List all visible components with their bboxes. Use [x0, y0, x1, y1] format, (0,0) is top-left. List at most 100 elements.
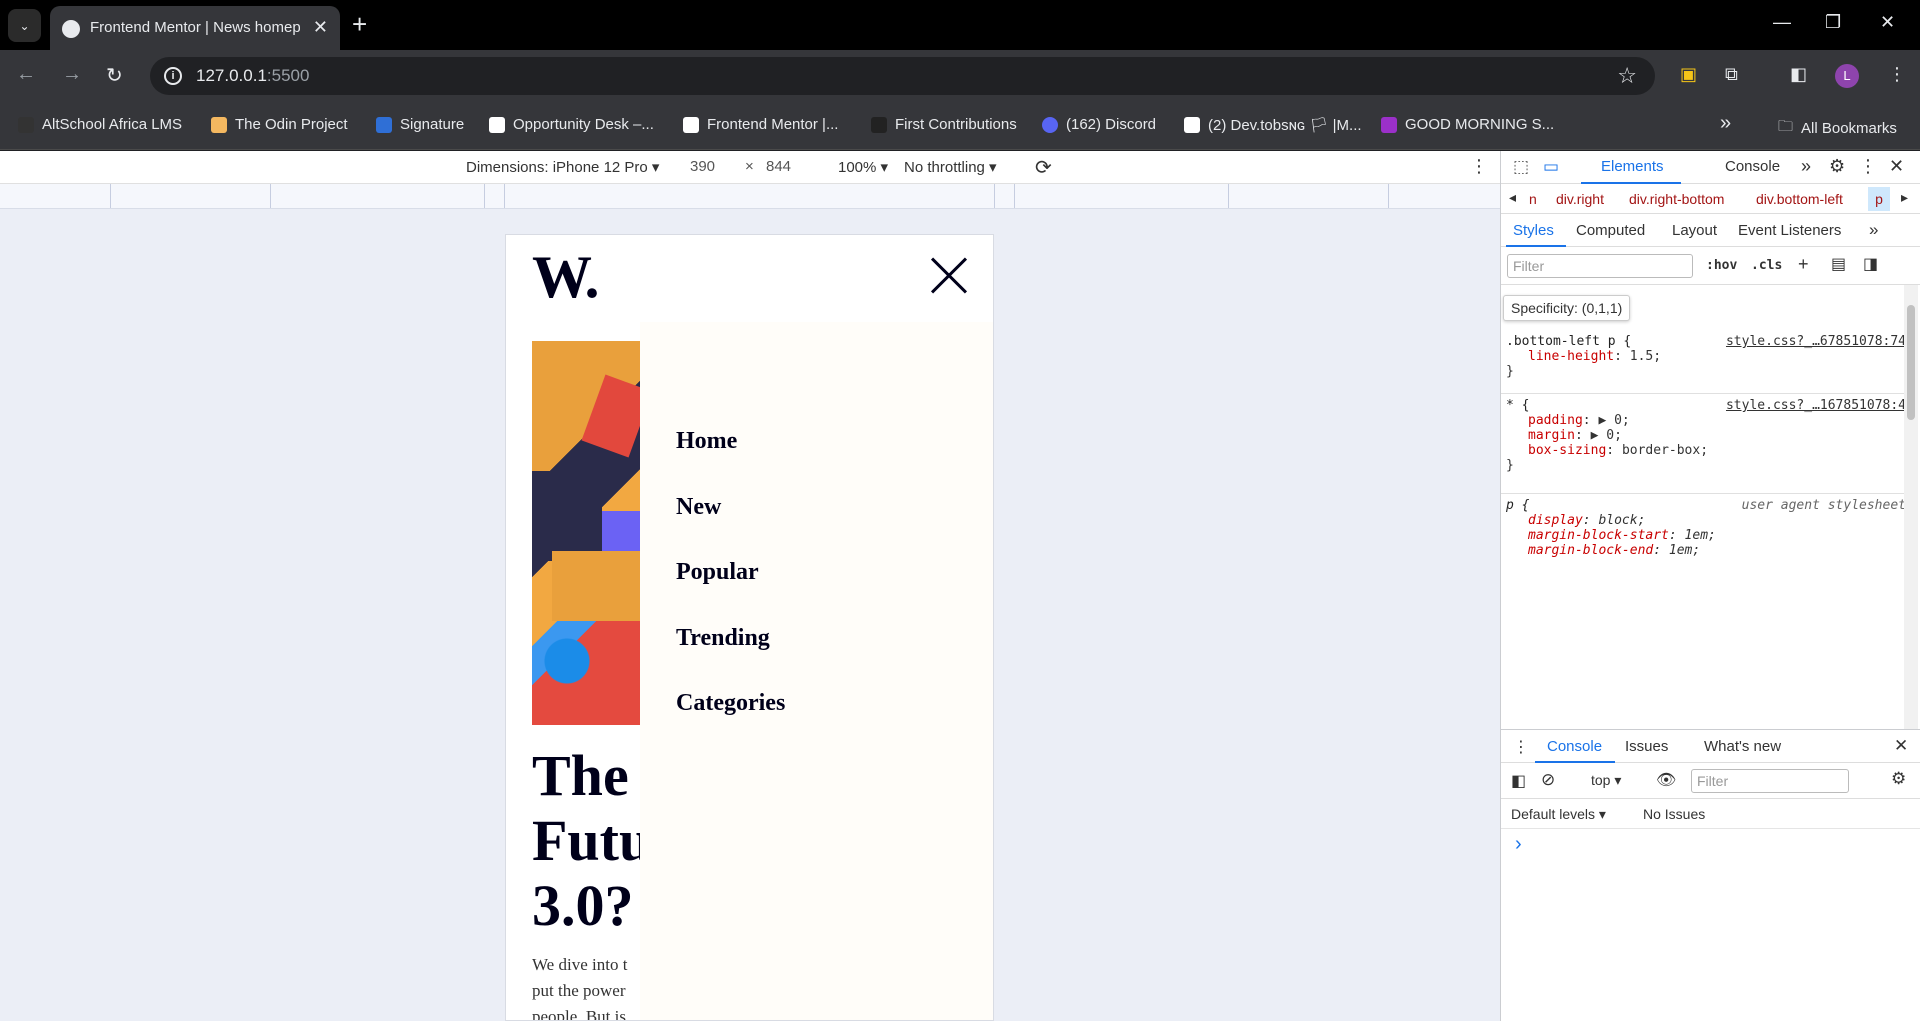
back-icon[interactable]: ←	[16, 63, 36, 86]
bookmark-item[interactable]: Frontend Mentor |...	[683, 116, 838, 133]
browser-menu-icon[interactable]: ⋮	[1888, 64, 1906, 85]
drawer-menu-icon[interactable]: ⋮	[1513, 737, 1529, 757]
bookmark-label: (2) Dev.tobsɴɢ 🏳 |M...	[1208, 117, 1362, 134]
restore-icon[interactable]: ❐	[1825, 12, 1841, 33]
extensions-puzzle-icon[interactable]: ⧉	[1725, 64, 1738, 85]
window-close-icon[interactable]: ✕	[1880, 12, 1895, 33]
new-tab-button[interactable]: +	[352, 9, 367, 39]
styles-scrollbar[interactable]	[1904, 285, 1918, 729]
subtab-layout[interactable]: Layout	[1672, 222, 1717, 239]
breadcrumb-item[interactable]: div.bottom-left	[1756, 191, 1843, 207]
breadcrumb-item[interactable]: div.right-bottom	[1629, 191, 1724, 207]
menu-item-home[interactable]: Home	[676, 428, 737, 455]
console-prompt[interactable]: ›	[1501, 833, 1920, 863]
devtools-menu-icon[interactable]: ⋮	[1859, 156, 1877, 177]
device-more-icon[interactable]: ⋮	[1470, 156, 1488, 177]
bookmark-favicon	[1184, 117, 1200, 133]
breadcrumb-item[interactable]: p	[1868, 187, 1890, 211]
tab-close-icon[interactable]: ✕	[313, 17, 328, 38]
menu-item-new[interactable]: New	[676, 494, 721, 521]
menu-item-trending[interactable]: Trending	[676, 625, 770, 652]
mobile-menu-panel: Home New Popular Trending Categories	[640, 322, 993, 1020]
device-select[interactable]: Dimensions: iPhone 12 Pro ▾	[466, 158, 659, 176]
menu-item-popular[interactable]: Popular	[676, 559, 759, 586]
bookmark-item[interactable]: AltSchool Africa LMS	[18, 116, 182, 133]
bookmark-favicon	[871, 116, 887, 133]
rule-source-link[interactable]: style.css?_…167851078:4	[1726, 398, 1906, 413]
css-rule: .bottom-left p { style.css?_…67851078:74…	[1506, 334, 1906, 379]
folder-icon: 🗀	[1778, 118, 1794, 135]
subtab-styles[interactable]: Styles	[1513, 222, 1554, 239]
breadcrumb-left-icon[interactable]: ◂	[1509, 189, 1516, 206]
live-expression-eye-icon[interactable]: 👁	[1656, 770, 1676, 790]
context-select[interactable]: top ▾	[1591, 772, 1621, 789]
console-sidebar-icon[interactable]: ◧	[1511, 771, 1526, 791]
menu-close-icon[interactable]	[928, 255, 970, 297]
bookmark-item[interactable]: (2) Dev.tobsɴɢ 🏳 |M...	[1184, 116, 1362, 134]
css-rule: * { style.css?_…167851078:4 padding: ▶ 0…	[1506, 398, 1906, 473]
browser-tab[interactable]: Frontend Mentor | News homep ✕	[50, 6, 340, 50]
tab-console[interactable]: Console	[1725, 158, 1780, 175]
bookmark-star-icon[interactable]: ☆	[1617, 63, 1637, 89]
devtools-settings-icon[interactable]: ⚙	[1829, 156, 1845, 177]
height-input[interactable]: 844	[766, 158, 791, 175]
drawer-tab-console[interactable]: Console	[1547, 738, 1602, 755]
minimize-icon[interactable]: —	[1773, 12, 1791, 33]
subtab-computed[interactable]: Computed	[1576, 222, 1645, 239]
side-panel-icon[interactable]: ◧	[1790, 64, 1807, 85]
styles-pane: Specificity: (0,1,1) .bottom-left p { st…	[1501, 285, 1920, 729]
specificity-tooltip: Specificity: (0,1,1)	[1503, 295, 1631, 321]
tab-search-button[interactable]: ⌄	[8, 9, 41, 42]
forward-icon[interactable]: →	[62, 63, 82, 86]
drawer-close-icon[interactable]: ✕	[1894, 736, 1908, 756]
bookmark-item[interactable]: First Contributions	[871, 116, 1017, 133]
rotate-icon[interactable]: ⟳	[1035, 155, 1052, 180]
more-subtabs-icon[interactable]: »	[1869, 220, 1878, 240]
console-filter-input[interactable]: Filter	[1691, 769, 1849, 793]
no-issues-label: No Issues	[1643, 806, 1706, 822]
breadcrumb-item[interactable]: div.right	[1556, 191, 1604, 207]
bookmark-item[interactable]: GOOD MORNING S...	[1381, 116, 1554, 133]
rule-source-label: user agent stylesheet	[1741, 498, 1906, 513]
bookmark-favicon	[683, 116, 699, 133]
default-levels-select[interactable]: Default levels ▾	[1511, 806, 1606, 823]
drawer-tab-whats-new[interactable]: What's new	[1704, 738, 1781, 755]
paint-icon[interactable]: ▤	[1831, 254, 1846, 274]
clear-console-icon[interactable]: ⊘	[1541, 770, 1555, 790]
subtab-event-listeners[interactable]: Event Listeners	[1738, 222, 1841, 239]
devtools-close-icon[interactable]: ✕	[1889, 156, 1904, 177]
toggle-sidebar-icon[interactable]: ◨	[1863, 254, 1878, 274]
device-toggle-icon[interactable]: ▭	[1543, 157, 1559, 177]
zoom-select[interactable]: 100% ▾	[838, 158, 888, 176]
site-info-icon[interactable]: i	[164, 67, 182, 85]
rule-source-link[interactable]: style.css?_…67851078:74	[1726, 334, 1906, 349]
address-bar[interactable]: i 127.0.0.1:5500 ☆	[150, 57, 1655, 95]
menu-item-categories[interactable]: Categories	[676, 690, 785, 717]
new-rule-icon[interactable]: +	[1798, 254, 1809, 275]
breadcrumb-item[interactable]: n	[1529, 191, 1537, 207]
profile-avatar[interactable]: L	[1835, 64, 1859, 88]
bookmark-item[interactable]: Signature	[376, 116, 464, 133]
inspect-element-icon[interactable]: ⬚	[1513, 157, 1529, 177]
more-tabs-icon[interactable]: »	[1801, 156, 1811, 177]
bookmark-item[interactable]: The Odin Project	[211, 116, 348, 133]
breadcrumb-right-icon[interactable]: ▸	[1901, 189, 1908, 206]
devtools-panel: ⬚ ▭ Elements Console » ⚙ ⋮ ✕ ◂ n div.rig…	[1500, 151, 1920, 1021]
extension-icon[interactable]: ▣	[1680, 64, 1697, 85]
drawer-tab-issues[interactable]: Issues	[1625, 738, 1668, 755]
console-toolbar: ◧ ⊘ top ▾ 👁 Filter ⚙	[1501, 763, 1920, 799]
hov-button[interactable]: :hov	[1706, 258, 1737, 273]
cls-button[interactable]: .cls	[1751, 258, 1782, 273]
bookmark-item[interactable]: (162) Discord	[1042, 116, 1156, 133]
reload-icon[interactable]: ↻	[106, 63, 123, 88]
site-logo[interactable]: W.	[532, 243, 599, 312]
throttle-select[interactable]: No throttling ▾	[904, 158, 997, 176]
styles-filter-input[interactable]: Filter	[1507, 254, 1693, 278]
tab-elements[interactable]: Elements	[1601, 158, 1664, 175]
bookmark-item[interactable]: Opportunity Desk –...	[489, 116, 654, 133]
console-settings-icon[interactable]: ⚙	[1891, 769, 1906, 789]
bookmarks-overflow-icon[interactable]: »	[1720, 112, 1731, 135]
all-bookmarks-button[interactable]: 🗀 All Bookmarks	[1778, 116, 1897, 141]
width-input[interactable]: 390	[690, 158, 715, 175]
css-rule: p { user agent stylesheet display: block…	[1506, 498, 1906, 558]
